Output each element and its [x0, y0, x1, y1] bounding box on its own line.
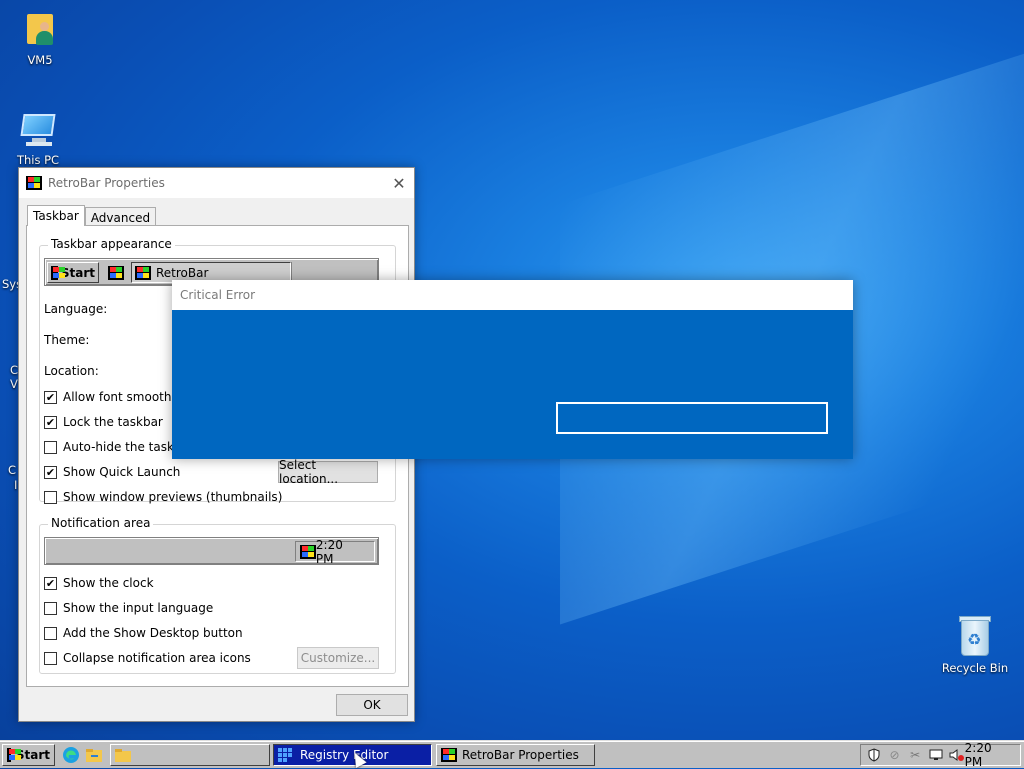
customize-button[interactable]: Customize...: [297, 647, 379, 669]
shield-icon[interactable]: [866, 747, 882, 763]
checkbox-box[interactable]: [44, 626, 57, 640]
ok-button[interactable]: OK: [336, 694, 408, 716]
desktop-icon-this-pc[interactable]: This PC: [0, 112, 76, 167]
location-label: Location:: [44, 364, 99, 378]
desktop-partial-label: C: [10, 363, 19, 377]
retrobar-app-icon: [26, 176, 42, 190]
desktop-icon-label: Recycle Bin: [941, 661, 1009, 675]
show-window-previews-checkbox[interactable]: Show window previews (thumbnails): [44, 490, 282, 504]
language-label: Language:: [44, 302, 108, 316]
volume-muted-icon[interactable]: [949, 747, 965, 763]
recycle-bin-icon: ♻: [957, 614, 993, 658]
window-title: RetroBar Properties: [48, 176, 165, 190]
checkbox-box[interactable]: ✔: [44, 576, 57, 590]
user-folder-icon: [25, 10, 55, 50]
tools-icon[interactable]: ✂: [907, 747, 923, 763]
checkbox-box[interactable]: ✔: [44, 465, 57, 479]
desktop-icon-recycle-bin[interactable]: ♻ Recycle Bin: [937, 614, 1013, 675]
tab-strip: Taskbar Advanced: [27, 205, 157, 226]
critical-error-dialog: Critical Error: [172, 280, 853, 459]
display-icon[interactable]: [928, 747, 944, 763]
checkbox-box[interactable]: [44, 651, 57, 665]
theme-label: Theme:: [44, 333, 90, 347]
show-clock-checkbox[interactable]: ✔ Show the clock: [44, 576, 154, 590]
show-desktop-button-checkbox[interactable]: Add the Show Desktop button: [44, 626, 243, 640]
desktop-partial-label: V: [10, 377, 18, 391]
desktop-icon-vm5[interactable]: VM5: [2, 10, 78, 67]
retrobar-app-icon: [135, 265, 151, 280]
tab-advanced[interactable]: Advanced: [84, 207, 157, 226]
tab-taskbar[interactable]: Taskbar: [27, 205, 85, 226]
show-quick-launch-checkbox[interactable]: ✔ Show Quick Launch: [44, 465, 180, 479]
start-logo-icon: [7, 748, 21, 762]
checkbox-box[interactable]: [44, 601, 57, 615]
folder-icon: [115, 749, 131, 762]
taskbar-clock[interactable]: 2:20 PM: [965, 741, 1012, 769]
retrobar-app-icon: [441, 748, 457, 762]
notification-tray: ⊘ ✂ 2:20 PM: [860, 741, 1021, 769]
lock-taskbar-checkbox[interactable]: ✔ Lock the taskbar: [44, 415, 163, 429]
registry-editor-icon: [278, 748, 292, 762]
taskbar-button-retrobar-properties[interactable]: RetroBar Properties: [436, 744, 595, 766]
collapse-tray-icons-checkbox[interactable]: Collapse notification area icons: [44, 651, 251, 665]
network-disconnected-icon[interactable]: ⊘: [887, 747, 903, 763]
preview-clock: 2:20 PM: [315, 537, 343, 566]
taskbar-button-explorer[interactable]: [110, 744, 270, 766]
allow-font-smoothing-checkbox[interactable]: ✔ Allow font smoothing: [44, 390, 190, 404]
start-button[interactable]: Start: [2, 744, 55, 766]
select-location-button[interactable]: Select location...: [278, 458, 378, 486]
checkbox-box[interactable]: [44, 490, 57, 504]
start-logo-icon: [51, 265, 65, 280]
edge-browser-icon[interactable]: [62, 746, 80, 764]
notification-area-preview: 2:20 PM: [44, 537, 379, 566]
desktop-icon-label: This PC: [16, 153, 60, 167]
preview-start-button: Start: [47, 262, 99, 283]
taskbar: Start Registry Editor RetroBar Propertie…: [0, 740, 1024, 769]
show-input-language-checkbox[interactable]: Show the input language: [44, 601, 213, 615]
retrobar-tray-icon: [300, 544, 316, 559]
checkbox-box[interactable]: ✔: [44, 415, 57, 429]
close-icon[interactable]: ✕: [384, 168, 414, 198]
checkbox-box[interactable]: ✔: [44, 390, 57, 404]
group-title: Notification area: [48, 516, 154, 530]
notification-area-group: Notification area 2:20 PM ✔ Show the clo…: [39, 516, 396, 674]
critical-error-button[interactable]: [556, 402, 828, 434]
desktop-icon-label: VM5: [27, 53, 53, 67]
checkbox-box[interactable]: [44, 440, 57, 454]
preview-quicklaunch-icon: [108, 266, 124, 280]
computer-icon: [18, 112, 58, 150]
desktop-partial-label: I: [14, 478, 18, 492]
preview-tray: 2:20 PM: [295, 538, 375, 566]
critical-error-title[interactable]: Critical Error: [172, 280, 853, 310]
desktop-partial-label: C: [8, 463, 17, 477]
window-titlebar[interactable]: RetroBar Properties ✕: [19, 168, 414, 198]
file-explorer-icon[interactable]: [85, 746, 103, 764]
group-title: Taskbar appearance: [48, 237, 175, 251]
